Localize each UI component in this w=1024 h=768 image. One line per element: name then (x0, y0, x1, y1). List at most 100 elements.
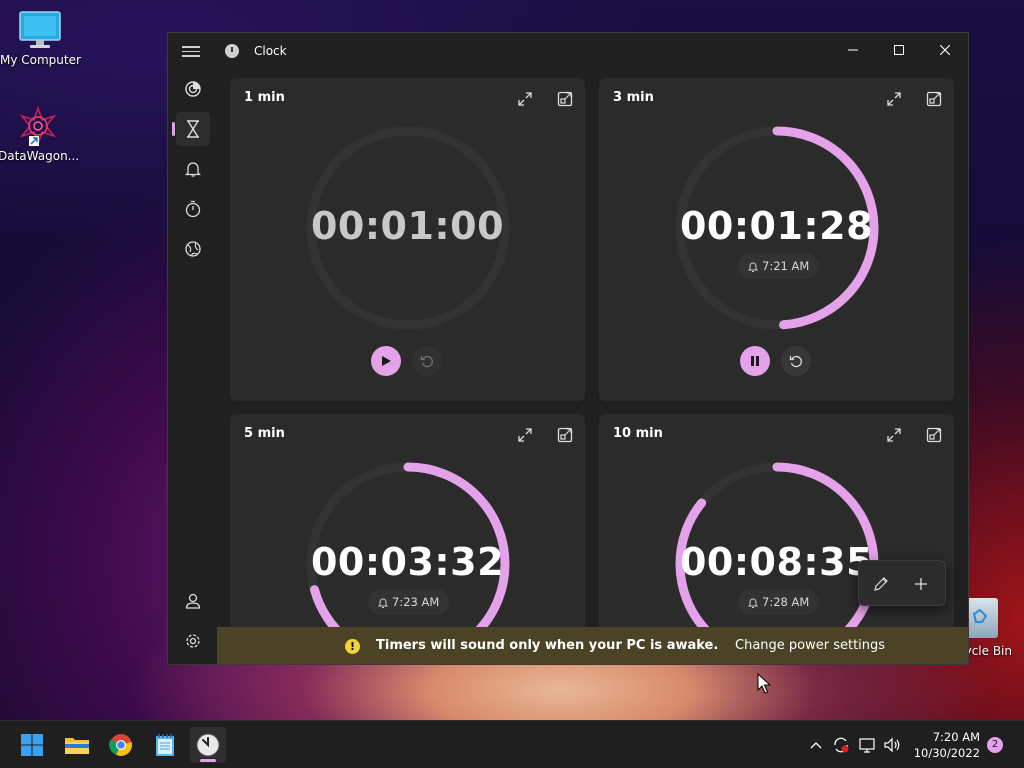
sync-icon (834, 737, 849, 753)
account-button[interactable] (176, 584, 210, 618)
expand-icon (887, 428, 901, 442)
notepad-button[interactable] (147, 727, 183, 763)
chrome-button[interactable] (103, 727, 139, 763)
alarm-time-pill: 7:28 AM (738, 589, 820, 615)
alarm-time-pill: 7:21 AM (738, 253, 820, 279)
keep-on-top-icon (557, 427, 573, 443)
pause-icon (751, 356, 759, 366)
expand-icon (518, 428, 532, 442)
expand-icon (887, 92, 901, 106)
plus-icon (915, 578, 927, 590)
nav-sidebar (168, 69, 216, 664)
stopwatch-icon (185, 200, 201, 218)
minimize-button[interactable] (830, 33, 876, 67)
maximize-button[interactable] (876, 33, 922, 67)
timer-name: 10 min (613, 426, 663, 441)
active-indicator (172, 122, 175, 136)
hourglass-icon (187, 120, 199, 138)
alarm-time: 7:28 AM (762, 595, 810, 609)
timer-card[interactable]: 1 min 00:01:00 (230, 78, 585, 401)
reset-button[interactable] (412, 346, 442, 376)
taskbar-date: 10/30/2022 (913, 746, 980, 760)
keep-on-top-button[interactable] (921, 422, 947, 448)
show-hidden-icons-button[interactable] (806, 735, 826, 755)
reset-icon (789, 355, 802, 368)
expand-button[interactable] (512, 86, 538, 112)
timer-actions-bar (858, 560, 946, 606)
gear-icon (186, 634, 200, 648)
expand-icon (518, 92, 532, 106)
bell-icon (378, 598, 388, 608)
file-explorer-button[interactable] (59, 727, 95, 763)
maximize-icon (894, 45, 904, 55)
timer-time: 00:03:32 (310, 540, 505, 584)
close-icon (940, 45, 950, 55)
alarm-time: 7:23 AM (392, 595, 440, 609)
bell-icon (748, 598, 758, 608)
timer-name: 1 min (244, 90, 285, 105)
chrome-icon (109, 734, 132, 756)
person-icon (185, 593, 201, 609)
banner-message: Timers will sound only when your PC is a… (376, 638, 719, 653)
close-button[interactable] (922, 33, 968, 67)
timer-name: 5 min (244, 426, 285, 441)
hamburger-menu-icon[interactable] (182, 43, 200, 59)
nav-timer[interactable] (172, 112, 210, 146)
clock-app-taskbar-button[interactable] (190, 727, 226, 763)
nav-alarm[interactable] (176, 152, 210, 186)
timer-card[interactable]: 3 min 00:01:28 7:21 AM (599, 78, 954, 401)
warning-icon: ! (345, 639, 360, 654)
change-power-settings-link[interactable]: Change power settings (735, 638, 885, 653)
play-icon (382, 356, 391, 366)
alarm-time: 7:21 AM (762, 259, 810, 273)
keep-on-top-icon (926, 427, 942, 443)
network-icon (859, 738, 875, 753)
expand-button[interactable] (881, 422, 907, 448)
folder-icon (65, 738, 89, 754)
keep-on-top-button[interactable] (552, 86, 578, 112)
taskbar: 7:20 AM 10/30/2022 2 (0, 720, 1024, 768)
speaker-icon (884, 737, 900, 753)
desktop-icon-datawagon[interactable]: DataWagon... (0, 105, 80, 163)
monitor-icon (18, 10, 62, 50)
nav-focus-sessions[interactable] (176, 72, 210, 106)
keep-on-top-button[interactable] (552, 422, 578, 448)
globe-icon (185, 241, 201, 257)
nav-stopwatch[interactable] (176, 192, 210, 226)
bell-icon (185, 162, 201, 177)
taskbar-clock[interactable]: 7:20 AM 10/30/2022 (910, 729, 980, 761)
desktop-icon-my-computer[interactable]: My Computer (0, 10, 81, 67)
running-indicator (200, 759, 216, 762)
desktop-icon-label: DataWagon... (0, 149, 80, 163)
volume-tray-icon[interactable] (883, 735, 903, 755)
datawagon-app-icon (16, 105, 60, 147)
play-button[interactable] (371, 346, 401, 376)
mouse-cursor-icon (757, 673, 771, 694)
edit-timers-button[interactable] (867, 570, 895, 598)
add-timer-button[interactable] (907, 570, 935, 598)
notification-badge[interactable]: 2 (987, 737, 1003, 753)
notepad-icon (156, 734, 174, 756)
keep-on-top-button[interactable] (921, 86, 947, 112)
timer-time: 00:01:00 (310, 204, 505, 248)
clock-window: Clock 1 min 00:01:00 3 min 00:01:28 7:21… (167, 32, 969, 665)
network-tray-icon[interactable] (858, 735, 878, 755)
sync-tray-icon[interactable] (831, 735, 851, 755)
expand-button[interactable] (512, 422, 538, 448)
settings-button[interactable] (176, 624, 210, 658)
pause-button[interactable] (740, 346, 770, 376)
reset-button[interactable] (781, 346, 811, 376)
timer-time: 00:01:28 (679, 204, 874, 248)
nav-world-clock[interactable] (176, 232, 210, 266)
power-info-banner: ! Timers will sound only when your PC is… (217, 627, 968, 664)
taskbar-time: 7:20 AM (932, 730, 980, 744)
keep-on-top-icon (926, 91, 942, 107)
clock-icon (196, 733, 220, 757)
pencil-icon (874, 577, 888, 591)
expand-button[interactable] (881, 86, 907, 112)
focus-icon (185, 81, 201, 97)
keep-on-top-icon (557, 91, 573, 107)
start-button[interactable] (14, 727, 50, 763)
minimize-icon (848, 49, 858, 51)
alarm-time-pill: 7:23 AM (368, 589, 450, 615)
